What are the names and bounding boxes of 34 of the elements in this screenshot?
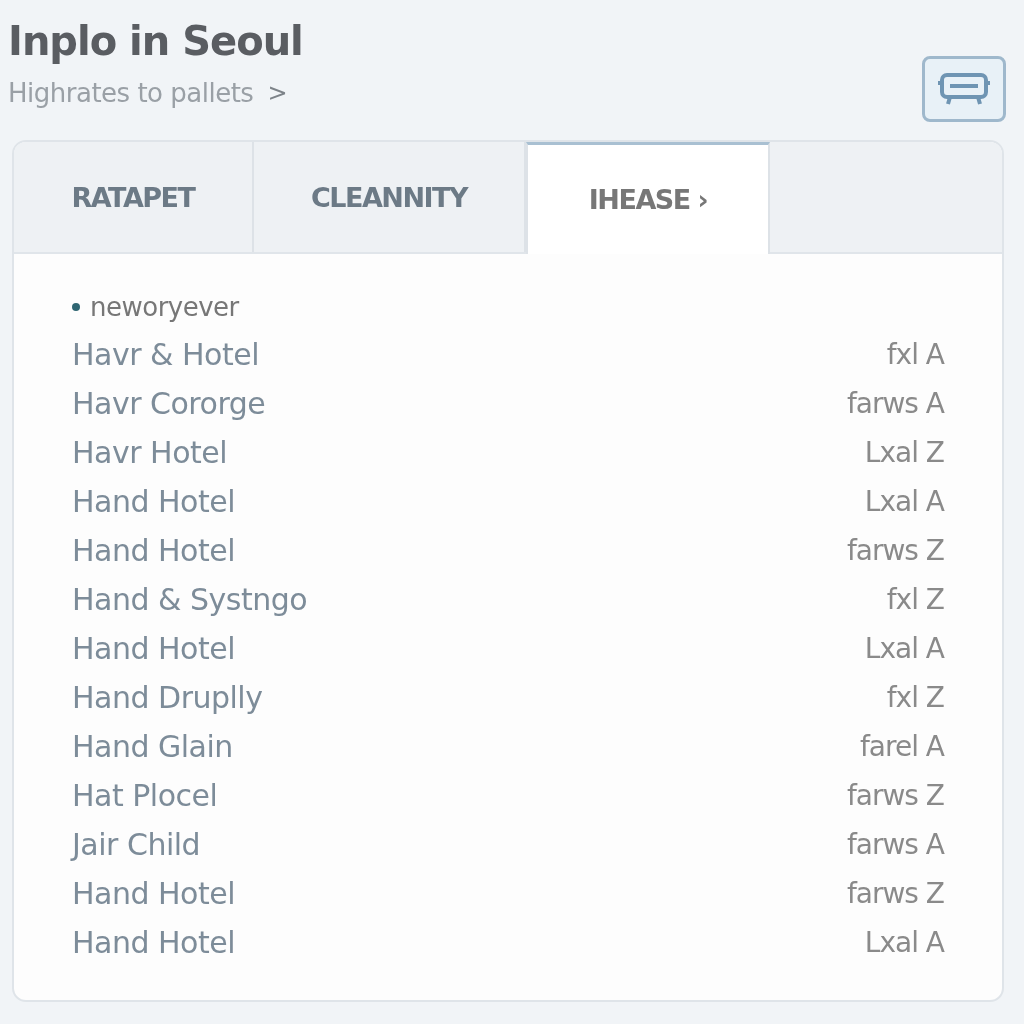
item-value: Lxal Z bbox=[864, 436, 944, 469]
item-value: farws A bbox=[846, 387, 944, 420]
item-value: Lxal A bbox=[864, 485, 944, 518]
chevron-icon[interactable]: > bbox=[267, 79, 288, 107]
item-value: fxl A bbox=[886, 338, 944, 371]
item-name: Hand Druplly bbox=[72, 680, 263, 715]
item-name: Hand Hotel bbox=[72, 484, 235, 519]
item-value: farws Z bbox=[846, 534, 944, 567]
item-value: farws A bbox=[846, 828, 944, 861]
item-value: farel A bbox=[860, 730, 944, 763]
item-name: Hat Plocel bbox=[72, 778, 218, 813]
chat-button[interactable] bbox=[922, 56, 1006, 122]
bullet-icon bbox=[72, 303, 80, 311]
item-name: Havr Cororge bbox=[72, 386, 266, 421]
tab[interactable]: IHEASE › bbox=[526, 142, 770, 254]
item-name: Hand Hotel bbox=[72, 876, 235, 911]
item-name: Hand Hotel bbox=[72, 533, 235, 568]
message-icon bbox=[936, 71, 992, 107]
item-name: Havr Hotel bbox=[72, 435, 228, 470]
page-title: Inplo in Seoul bbox=[8, 18, 303, 64]
item-value: fxl Z bbox=[886, 681, 944, 714]
item-name: Hand Glain bbox=[72, 729, 233, 764]
item-name: Jair Child bbox=[72, 827, 201, 862]
item-name: Havr & Hotel bbox=[72, 337, 259, 372]
subtitle: Highrates to pallets bbox=[8, 78, 254, 108]
item-name: Hand Hotel bbox=[72, 631, 235, 666]
item-value: Lxal A bbox=[864, 926, 944, 959]
item-value: fxl Z bbox=[886, 583, 944, 616]
item-name: Hand Hotel bbox=[72, 925, 235, 960]
item-name: Hand & Systngo bbox=[72, 582, 308, 617]
item-value: farws Z bbox=[846, 877, 944, 910]
item-value: Lxal A bbox=[864, 632, 944, 665]
list-heading: neworyever bbox=[90, 292, 239, 322]
item-value: farws Z bbox=[846, 779, 944, 812]
